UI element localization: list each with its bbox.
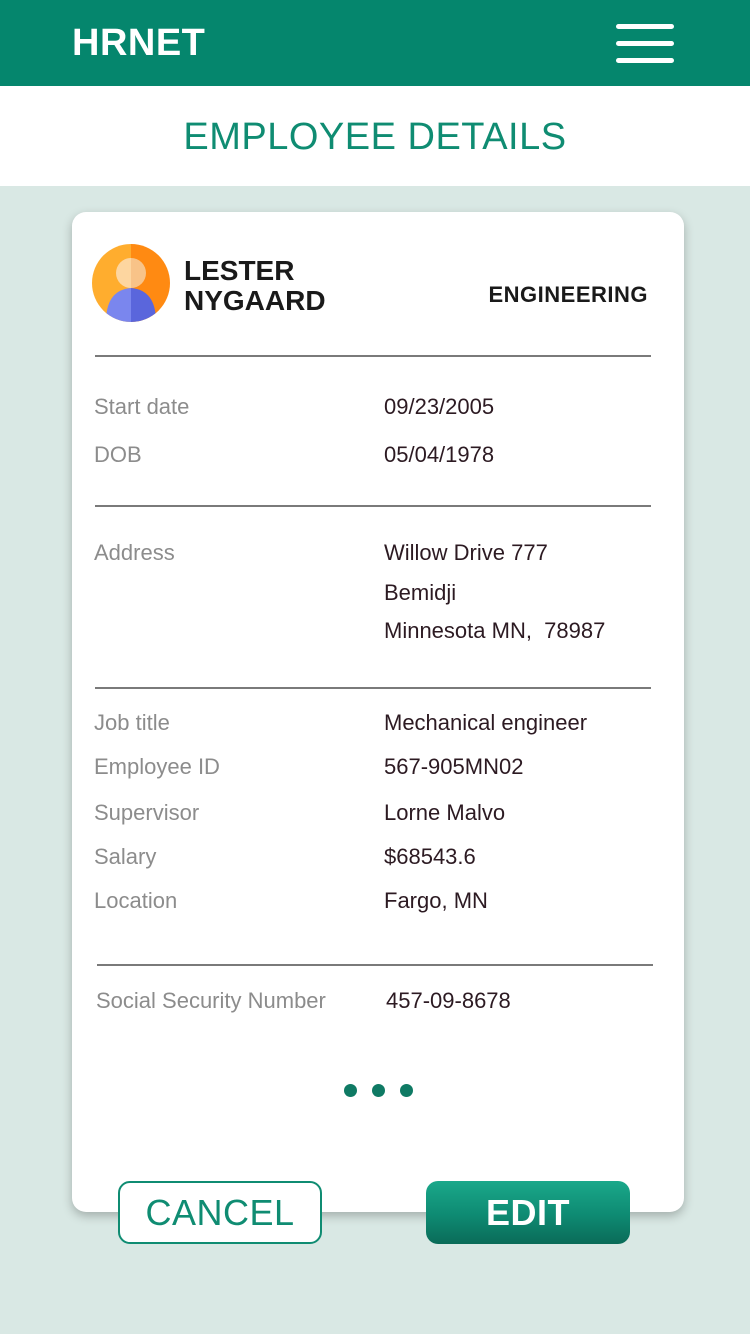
start-date-label: Start date — [94, 394, 190, 419]
brand-logo[interactable]: HRNET — [72, 22, 205, 65]
employee-last-name: NYGAARD — [184, 285, 326, 316]
divider — [95, 355, 651, 357]
hamburger-menu-icon[interactable] — [612, 22, 676, 66]
employee-card: LESTER NYGAARD ENGINEERING Start date 09… — [72, 212, 684, 1212]
ssn-value: 457-09-8678 — [386, 988, 511, 1013]
divider — [97, 964, 653, 966]
supervisor-value: Lorne Malvo — [384, 800, 506, 825]
job-title-value: Mechanical engineer — [384, 710, 588, 735]
page-title: EMPLOYEE DETAILS — [183, 116, 567, 158]
department-label: ENGINEERING — [488, 282, 648, 307]
address-line-3: Minnesota MN, 78987 — [384, 618, 606, 643]
job-title-label: Job title — [94, 710, 170, 735]
user-avatar-icon — [92, 244, 170, 322]
location-label: Location — [94, 888, 178, 913]
salary-label: Salary — [94, 844, 157, 869]
employee-name: LESTER NYGAARD — [184, 256, 404, 316]
menu-line — [616, 58, 674, 63]
employee-id-value: 567-905MN02 — [384, 754, 524, 779]
address-line-1: Willow Drive 777 — [384, 540, 548, 565]
address-line-2: Bemidji — [384, 580, 457, 605]
divider — [95, 687, 651, 689]
page-title-bar: EMPLOYEE DETAILS — [0, 86, 750, 186]
menu-line — [616, 41, 674, 46]
dob-value: 05/04/1978 — [384, 442, 495, 467]
edit-button[interactable]: EDIT — [426, 1181, 630, 1244]
top-app-bar: HRNET — [0, 0, 750, 86]
dot — [344, 1084, 357, 1097]
start-date-value: 09/23/2005 — [384, 394, 495, 419]
dot — [372, 1084, 385, 1097]
ssn-label: Social Security Number — [96, 988, 326, 1013]
employee-id-label: Employee ID — [94, 754, 220, 779]
more-options-icon[interactable] — [342, 1084, 422, 1098]
dot — [400, 1084, 413, 1097]
address-label: Address — [94, 540, 175, 565]
divider — [95, 505, 651, 507]
cancel-button[interactable]: CANCEL — [118, 1181, 322, 1244]
supervisor-label: Supervisor — [94, 800, 200, 825]
salary-value: $68543.6 — [384, 844, 476, 869]
employee-first-name: LESTER — [184, 255, 295, 286]
dob-label: DOB — [94, 442, 142, 467]
location-value: Fargo, MN — [384, 888, 488, 913]
menu-line — [616, 24, 674, 29]
